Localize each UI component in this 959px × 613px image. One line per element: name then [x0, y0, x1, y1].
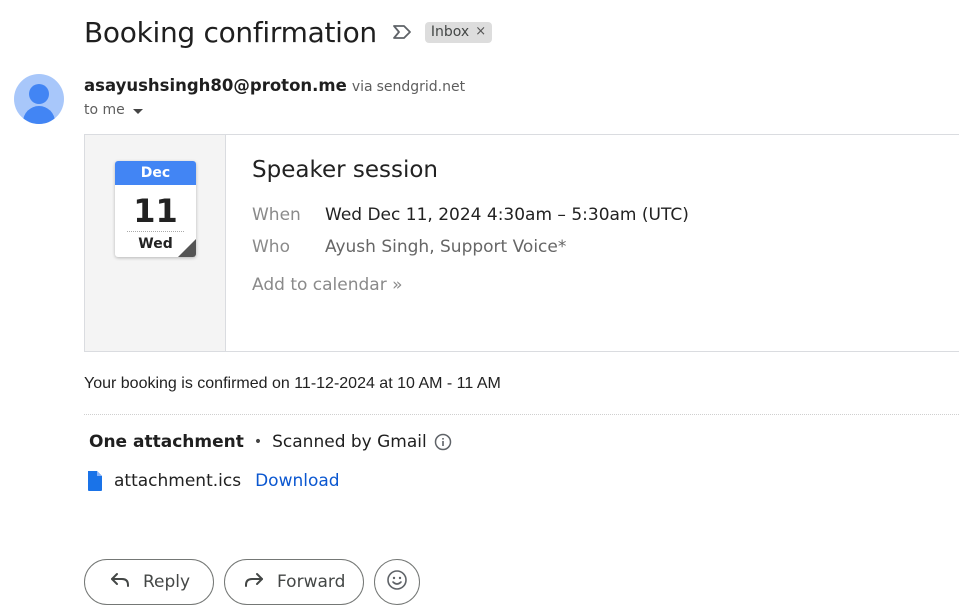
attachment-divider	[84, 414, 959, 415]
caret-down-icon	[132, 108, 143, 114]
attachment-item: attachment.ics Download	[86, 470, 340, 492]
recipient-text: to me	[84, 102, 125, 118]
document-icon	[86, 470, 104, 492]
attachment-count: One attachment	[89, 432, 244, 452]
who-value: Ayush Singh, Support Voice*	[325, 237, 567, 257]
forward-button[interactable]: Forward	[224, 559, 364, 605]
inbox-label-chip[interactable]: Inbox ×	[424, 21, 493, 43]
subject-row: Booking confirmation Inbox ×	[84, 14, 493, 50]
event-when-row: When Wed Dec 11, 2024 4:30am – 5:30am (U…	[252, 205, 689, 225]
email-subject: Booking confirmation	[84, 15, 377, 49]
info-icon[interactable]	[434, 433, 452, 451]
via-domain[interactable]: sendgrid.net	[377, 79, 466, 95]
remove-label-icon[interactable]: ×	[475, 24, 486, 39]
who-label: Who	[252, 237, 290, 257]
attachment-header: One attachment • Scanned by Gmail	[89, 432, 452, 452]
page-fold-icon	[178, 239, 196, 257]
download-link[interactable]: Download	[255, 471, 340, 491]
reply-label: Reply	[143, 572, 191, 592]
forward-label: Forward	[277, 572, 346, 592]
calendar-separator	[127, 231, 184, 232]
attachment-file-name[interactable]: attachment.ics	[114, 471, 241, 491]
when-label: When	[252, 205, 301, 225]
when-value: Wed Dec 11, 2024 4:30am – 5:30am (UTC)	[325, 205, 689, 225]
inbox-label-text: Inbox	[430, 23, 470, 40]
reply-button[interactable]: Reply	[84, 559, 214, 605]
separator-dot: •	[253, 434, 263, 450]
avatar-head	[29, 84, 49, 104]
add-to-calendar-link[interactable]: Add to calendar »	[252, 275, 403, 295]
calendar-day: 11	[133, 192, 178, 230]
sender-row: asayushsingh80@proton.me via sendgrid.ne…	[84, 76, 465, 95]
event-title: Speaker session	[252, 157, 438, 183]
avatar-body	[23, 106, 55, 124]
emoji-reaction-button[interactable]	[374, 559, 420, 605]
label-arrow-icon[interactable]	[391, 23, 413, 41]
scanned-label: Scanned by Gmail	[272, 432, 427, 452]
email-body-text: Your booking is confirmed on 11-12-2024 …	[84, 375, 501, 392]
event-who-row: Who Ayush Singh, Support Voice*	[252, 237, 566, 257]
smiley-icon	[386, 569, 408, 596]
calendar-date-icon: Dec 11 Wed	[115, 161, 196, 257]
sender-email[interactable]: asayushsingh80@proton.me	[84, 76, 347, 95]
forward-arrow-icon	[243, 571, 265, 594]
sender-avatar[interactable]	[14, 74, 64, 124]
via-text: via	[351, 79, 373, 95]
calendar-invite-card: Dec 11 Wed Speaker session When Wed Dec …	[84, 134, 959, 352]
reply-arrow-icon	[109, 571, 131, 594]
calendar-month: Dec	[115, 161, 196, 185]
recipient-details-toggle[interactable]: to me	[84, 102, 143, 118]
invite-date-panel: Dec 11 Wed	[85, 135, 226, 351]
